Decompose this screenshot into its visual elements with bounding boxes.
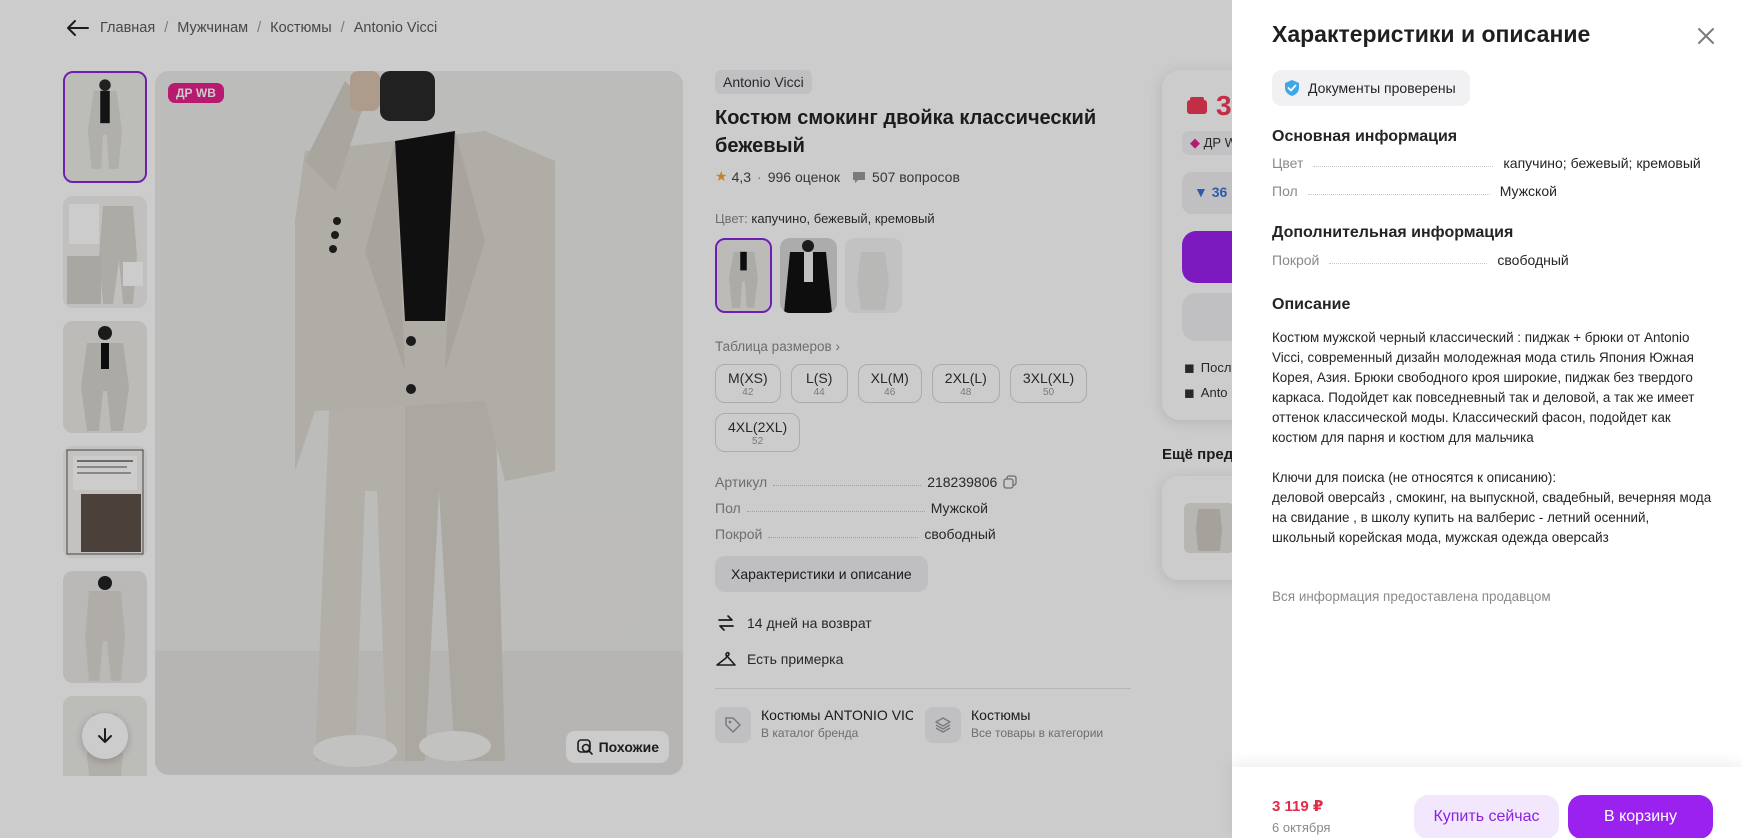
main-info-title: Основная информация <box>1272 128 1458 145</box>
add-to-cart-button[interactable]: В корзину <box>1568 795 1713 838</box>
info-row-gender: Пол Мужской <box>1272 183 1557 199</box>
close-icon[interactable] <box>1694 24 1718 48</box>
search-keywords: Ключи для поиска (не относятся к описани… <box>1272 470 1712 545</box>
docs-verified-chip[interactable]: Документы проверены <box>1272 70 1470 106</box>
description-title: Описание <box>1272 296 1351 313</box>
buy-now-button[interactable]: Купить сейчас <box>1414 795 1559 838</box>
footer-price: 3 119 ₽ <box>1272 798 1324 815</box>
panel-title: Характеристики и описание <box>1272 21 1591 47</box>
info-row-fit: Покрой свободный <box>1272 252 1569 268</box>
footer-delivery-date: 6 октября <box>1272 820 1331 835</box>
info-row-color: Цвет капучино; бежевый; кремовый <box>1272 155 1701 171</box>
seller-note: Вся информация предоставлена продавцом <box>1272 589 1551 604</box>
docs-verified-label: Документы проверены <box>1308 80 1456 96</box>
panel-footer: 3 119 ₽ 6 октября Купить сейчас В корзин… <box>1232 767 1742 838</box>
description-body: Костюм мужской черный классический : пид… <box>1272 330 1695 445</box>
characteristics-panel: Характеристики и описание Документы пров… <box>1232 0 1742 838</box>
description-text: Костюм мужской черный классический : пид… <box>1272 328 1712 568</box>
extra-info-title: Дополнительная информация <box>1272 224 1514 241</box>
shield-check-icon <box>1285 80 1299 96</box>
